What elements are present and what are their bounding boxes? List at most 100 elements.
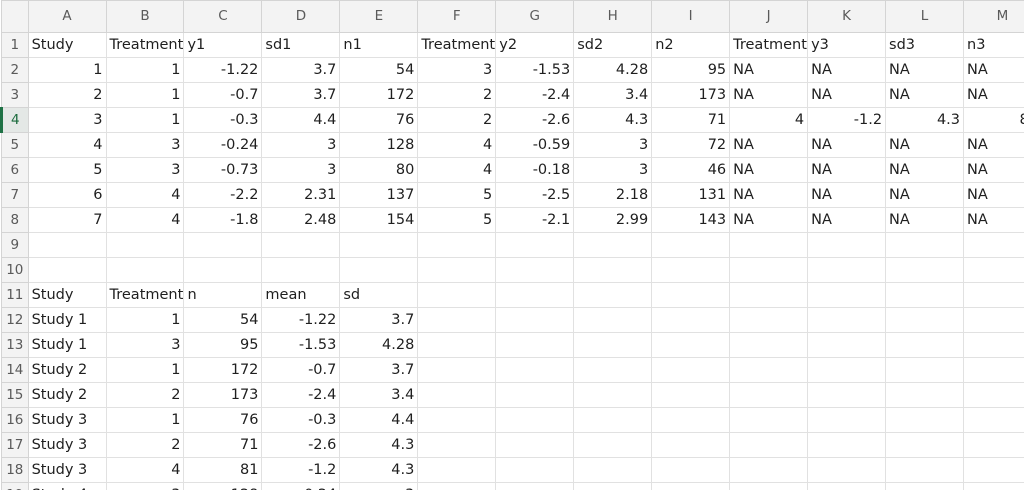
cell-e14[interactable]: 3.7 [339,357,419,383]
row-header-2[interactable]: 2 [1,57,29,83]
cell-d14[interactable]: -0.7 [261,357,341,383]
cell-l13[interactable] [885,332,964,358]
cell-j2[interactable]: NA [729,57,809,83]
cell-k13[interactable] [807,332,887,358]
row-header-11[interactable]: 11 [1,282,29,308]
cell-i6[interactable]: 46 [651,157,731,183]
cell-c18[interactable]: 81 [183,457,263,483]
cell-f8[interactable]: 5 [417,207,497,233]
cell-b2[interactable]: 1 [105,57,185,83]
cell-m10[interactable] [963,257,1024,283]
cell-l9[interactable] [885,232,964,258]
cell-a9[interactable] [27,232,107,258]
column-header-j[interactable]: J [729,0,809,33]
cell-m4[interactable]: 81 [963,107,1024,133]
cell-c19[interactable]: 128 [183,482,263,490]
row-header-4[interactable]: 4 [0,107,29,133]
cell-k10[interactable] [807,257,887,283]
cell-k3[interactable]: NA [807,82,887,108]
row-header-6[interactable]: 6 [1,157,29,183]
cell-d7[interactable]: 2.31 [261,182,341,208]
cell-c14[interactable]: 172 [183,357,263,383]
cell-i13[interactable] [651,332,731,358]
cell-g9[interactable] [495,232,575,258]
cell-f14[interactable] [417,357,497,383]
cell-g3[interactable]: -2.4 [495,82,575,108]
cell-g7[interactable]: -2.5 [495,182,575,208]
cell-m1[interactable]: n3 [963,32,1024,58]
cell-g2[interactable]: -1.53 [495,57,575,83]
cell-h12[interactable] [573,307,653,333]
cell-f7[interactable]: 5 [417,182,497,208]
cell-j13[interactable] [729,332,809,358]
cell-k11[interactable] [807,282,887,308]
cell-l17[interactable] [885,432,964,458]
cell-a1[interactable]: Study [27,32,107,58]
cell-i10[interactable] [651,257,731,283]
column-header-i[interactable]: I [651,0,731,33]
row-header-9[interactable]: 9 [1,232,29,258]
column-header-l[interactable]: L [885,0,964,33]
cell-m9[interactable] [963,232,1024,258]
cell-b12[interactable]: 1 [105,307,185,333]
cell-h4[interactable]: 4.3 [573,107,653,133]
cell-k9[interactable] [807,232,887,258]
cell-b4[interactable]: 1 [105,107,185,133]
cell-g12[interactable] [495,307,575,333]
cell-h11[interactable] [573,282,653,308]
cell-c9[interactable] [183,232,263,258]
cell-g15[interactable] [495,382,575,408]
cell-h3[interactable]: 3.4 [573,82,653,108]
cell-l7[interactable]: NA [885,182,964,208]
cell-f18[interactable] [417,457,497,483]
cell-i19[interactable] [651,482,731,490]
cell-e11[interactable]: sd [339,282,419,308]
cell-g14[interactable] [495,357,575,383]
cell-a19[interactable]: Study 4 [27,482,107,490]
cell-b13[interactable]: 3 [105,332,185,358]
cell-e16[interactable]: 4.4 [339,407,419,433]
cell-j8[interactable]: NA [729,207,809,233]
cell-m6[interactable]: NA [963,157,1024,183]
cell-g13[interactable] [495,332,575,358]
cell-h16[interactable] [573,407,653,433]
cell-d13[interactable]: -1.53 [261,332,341,358]
cell-m12[interactable] [963,307,1024,333]
cell-j15[interactable] [729,382,809,408]
cell-e8[interactable]: 154 [339,207,419,233]
cell-c13[interactable]: 95 [183,332,263,358]
cell-g6[interactable]: -0.18 [495,157,575,183]
cell-f19[interactable] [417,482,497,490]
cell-k15[interactable] [807,382,887,408]
column-header-a[interactable]: A [27,0,107,33]
cell-b16[interactable]: 1 [105,407,185,433]
cell-e2[interactable]: 54 [339,57,419,83]
cell-c1[interactable]: y1 [183,32,263,58]
select-all-corner[interactable] [1,0,29,33]
row-header-16[interactable]: 16 [1,407,29,433]
row-header-18[interactable]: 18 [1,457,29,483]
cell-b19[interactable]: 3 [105,482,185,490]
cell-a13[interactable]: Study 1 [27,332,107,358]
cell-e3[interactable]: 172 [339,82,419,108]
cell-j17[interactable] [729,432,809,458]
row-header-17[interactable]: 17 [1,432,29,458]
cell-m2[interactable]: NA [963,57,1024,83]
cell-h1[interactable]: sd2 [573,32,653,58]
cell-b1[interactable]: Treatment [105,32,185,58]
cell-j1[interactable]: Treatment [729,32,809,58]
cell-f12[interactable] [417,307,497,333]
cell-k17[interactable] [807,432,887,458]
cell-h2[interactable]: 4.28 [573,57,653,83]
row-header-10[interactable]: 10 [1,257,29,283]
cell-a3[interactable]: 2 [27,82,107,108]
cell-l2[interactable]: NA [885,57,964,83]
column-header-b[interactable]: B [105,0,185,33]
cell-g8[interactable]: -2.1 [495,207,575,233]
row-header-13[interactable]: 13 [1,332,29,358]
row-header-1[interactable]: 1 [1,32,29,58]
cell-m5[interactable]: NA [963,132,1024,158]
cell-h5[interactable]: 3 [573,132,653,158]
cell-l6[interactable]: NA [885,157,964,183]
cell-g17[interactable] [495,432,575,458]
